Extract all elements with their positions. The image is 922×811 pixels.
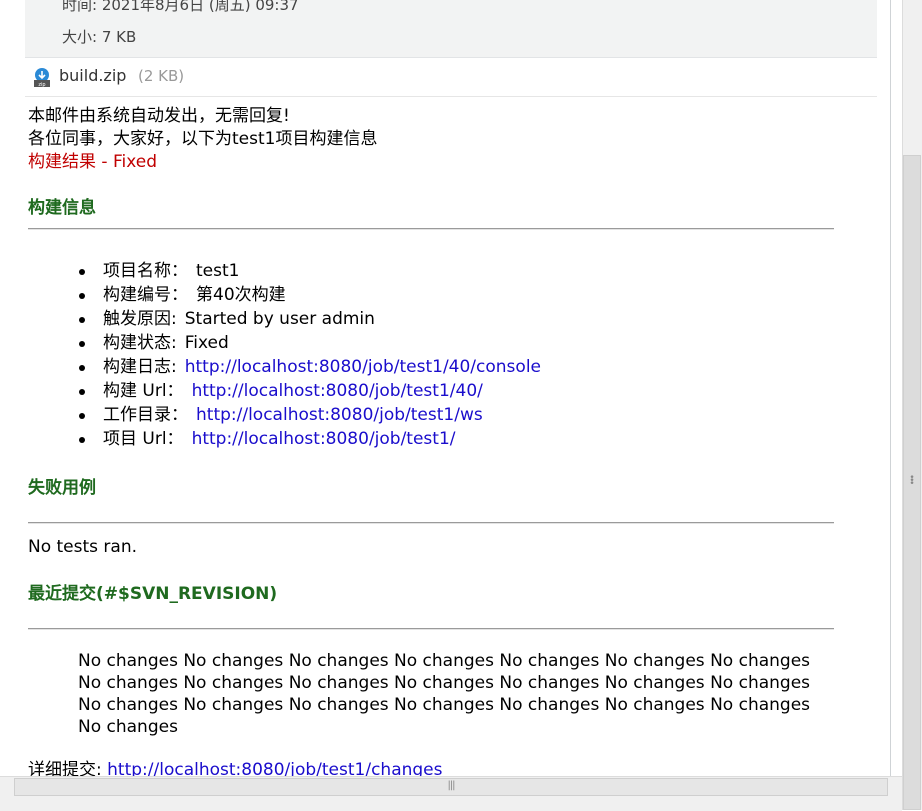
item-value: Started by user admin [184, 309, 375, 329]
mail-body: 本邮件由系统自动发出，无需回复! 各位同事，大家好，以下为test1项目构建信息… [28, 96, 836, 776]
console-log-link[interactable]: http://localhost:8080/job/test1/40/conso… [185, 357, 541, 377]
item-value: Fixed [184, 333, 229, 353]
item-label: 构建日志: [103, 357, 177, 377]
item-label: 触发原因: [103, 309, 177, 329]
list-item: 构建日志: http://localhost:8080/job/test1/40/… [28, 355, 541, 379]
item-label: 项目 Url： [103, 429, 184, 449]
changes-text: No changes No changes No changes No chan… [78, 651, 811, 737]
divider [28, 228, 834, 230]
list-item: 构建状态: Fixed [28, 331, 541, 355]
mail-header: 时间: 2021年8月6日 (周五) 09:37 大小: 7 KB [25, 0, 877, 58]
sent-time: 时间: 2021年8月6日 (周五) 09:37 [62, 0, 299, 14]
recent-commits-title: 最近提交(#$SVN_REVISION) [28, 584, 278, 604]
list-item: 项目名称： test1 [28, 259, 541, 283]
attachment-size: (2 KB) [138, 67, 185, 85]
details-row: 详细提交: http://localhost:8080/job/test1/ch… [28, 759, 443, 776]
divider [28, 628, 834, 630]
intro-text: 本邮件由系统自动发出，无需回复! [28, 106, 290, 126]
grip-icon: • • • [909, 473, 915, 489]
list-item: 项目 Url： http://localhost:8080/job/test1/ [28, 427, 541, 451]
content-frame [890, 0, 891, 798]
item-value: 第40次构建 [196, 285, 286, 305]
build-url-link[interactable]: http://localhost:8080/job/test1/40/ [192, 381, 483, 401]
zip-file-icon: zip [34, 68, 50, 88]
item-label: 工作目录： [103, 405, 188, 425]
build-info-list: 项目名称： test1 构建编号： 第40次构建 触发原因: Started by u… [28, 259, 541, 451]
grip-icon: ||| [447, 780, 455, 791]
list-item: 构建 Url： http://localhost:8080/job/test1/4… [28, 379, 541, 403]
failed-cases-text: No tests ran. [28, 537, 138, 557]
attachment-row[interactable]: zip build.zip (2 KB) [25, 59, 877, 97]
item-label: 项目名称： [103, 261, 188, 281]
list-item: 工作目录： http://localhost:8080/job/test1/ws [28, 403, 541, 427]
build-result: 构建结果 - Fixed [28, 152, 157, 172]
divider [28, 522, 834, 524]
list-item: 触发原因: Started by user admin [28, 307, 541, 331]
build-info-title: 构建信息 [28, 198, 96, 218]
failed-cases-title: 失败用例 [28, 478, 96, 498]
attachment-name[interactable]: build.zip [59, 66, 126, 85]
project-url-link[interactable]: http://localhost:8080/job/test1/ [192, 429, 456, 449]
svg-text:zip: zip [38, 82, 45, 88]
mail-size: 大小: 7 KB [62, 28, 137, 46]
item-label: 构建状态: [103, 333, 177, 353]
item-label: 构建 Url： [103, 381, 184, 401]
details-label: 详细提交: [28, 760, 102, 776]
workspace-link[interactable]: http://localhost:8080/job/test1/ws [196, 405, 483, 425]
list-item: 构建编号： 第40次构建 [28, 283, 541, 307]
item-value: test1 [196, 261, 240, 281]
item-label: 构建编号： [103, 285, 188, 305]
changes-link[interactable]: http://localhost:8080/job/test1/changes [107, 760, 442, 776]
greeting-text: 各位同事，大家好，以下为test1项目构建信息 [28, 129, 378, 149]
